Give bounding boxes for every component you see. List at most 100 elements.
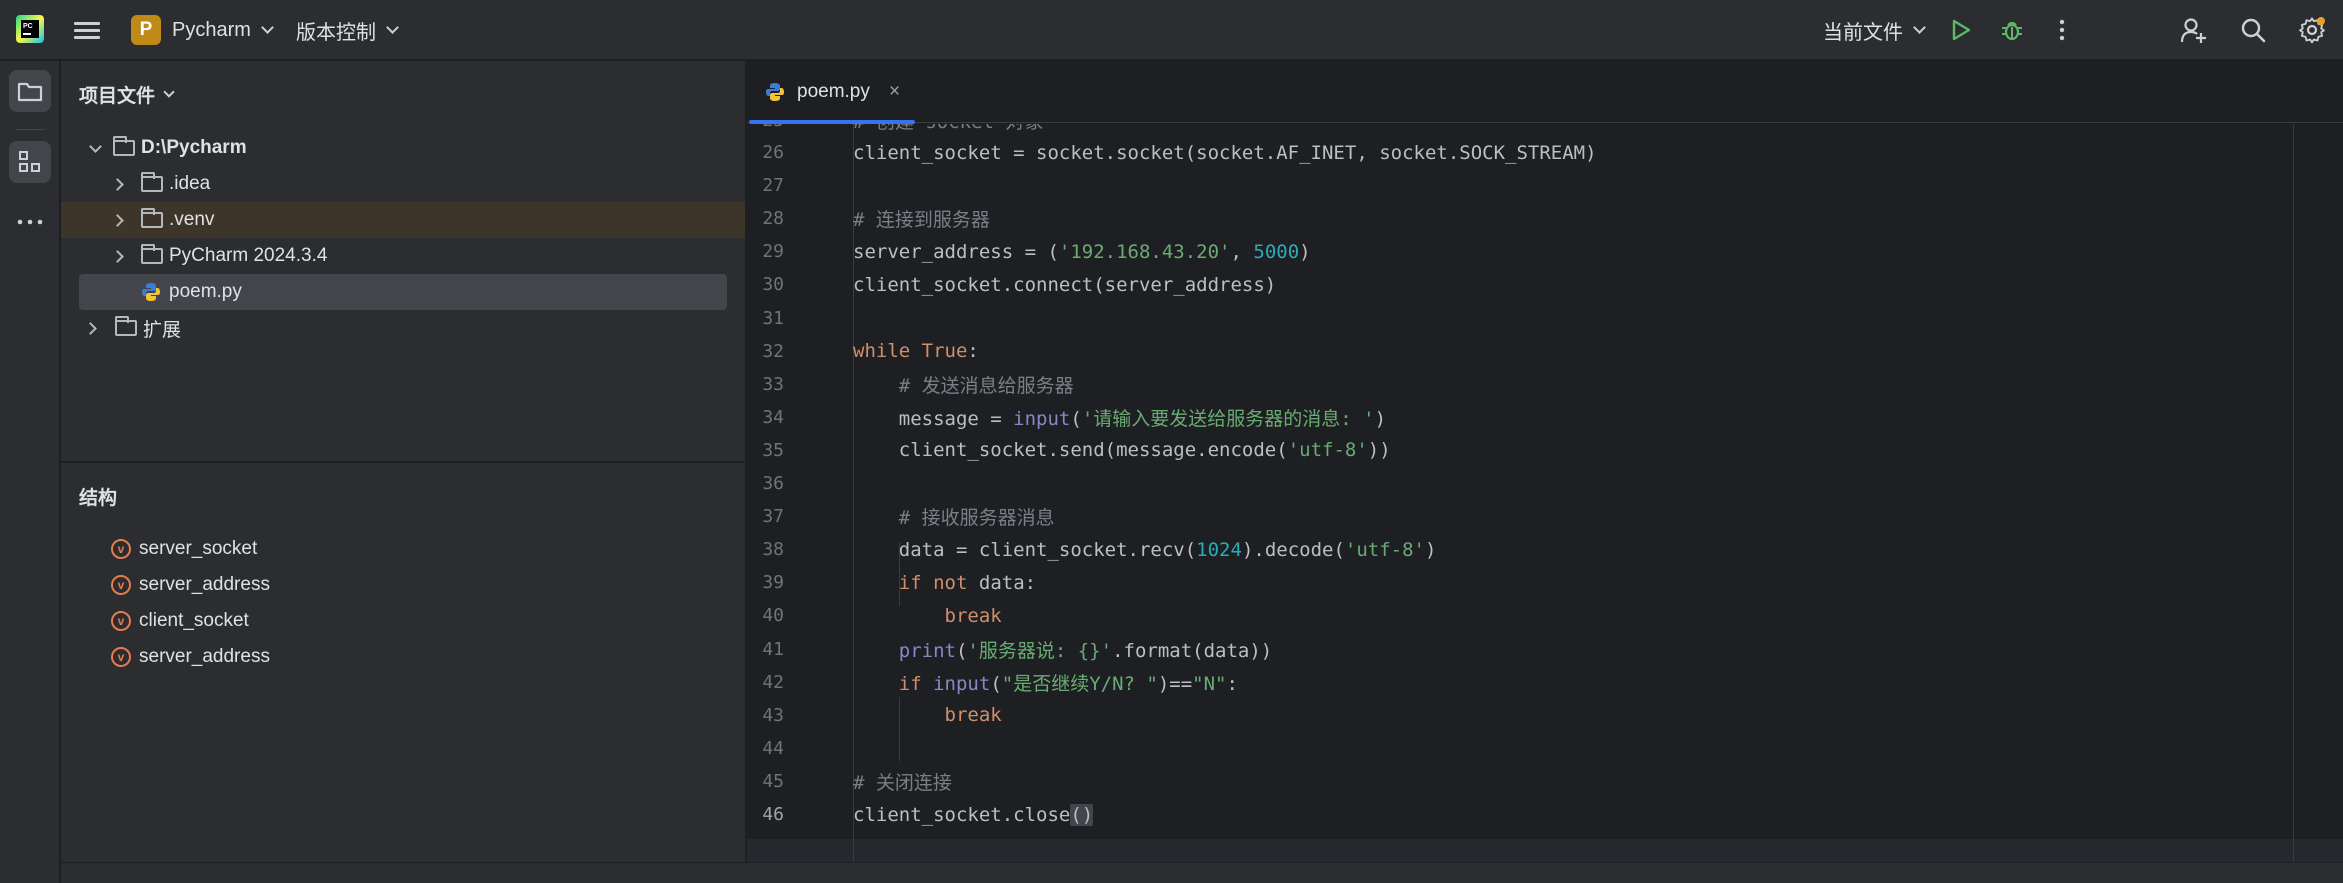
- variable-icon: v: [111, 539, 131, 559]
- folder-icon: [141, 244, 163, 264]
- line-number: 29: [762, 241, 784, 263]
- structure-item[interactable]: v server_socket: [111, 531, 257, 567]
- structure-item[interactable]: v server_address: [111, 639, 270, 675]
- pycharm-logo-icon[interactable]: PC: [16, 15, 44, 43]
- tab-label: poem.py: [797, 81, 870, 102]
- code-text: print('服务器说: {}'.format(data)): [898, 639, 1273, 662]
- code-line: 37 # 接收服务器消息: [747, 500, 2343, 533]
- code-text: client_socket.send(message.encode('utf-8…: [853, 439, 1391, 462]
- line-number: 42: [762, 671, 784, 693]
- structure-item-label: client_socket: [139, 610, 249, 631]
- project-name: Pycharm: [172, 18, 251, 41]
- line-number: 38: [762, 539, 784, 561]
- chevron-right-icon: [111, 249, 124, 263]
- run-config-selector[interactable]: 当前文件: [1823, 0, 1926, 60]
- code-text: # 连接到服务器: [853, 209, 990, 232]
- main-menu-button[interactable]: [74, 0, 104, 60]
- debug-icon: [2002, 21, 2022, 41]
- gear-icon: [2299, 17, 2325, 44]
- code-area[interactable]: 25 # 创建 socket 对象 26 client_socket = sock…: [747, 124, 2343, 862]
- code-line: 26 client_socket = socket.socket(socket.A…: [747, 136, 2343, 169]
- structure-panel-title: 结构: [79, 488, 118, 509]
- tab-poem-py[interactable]: poem.py ×: [747, 61, 917, 124]
- code-line: 32 while True:: [747, 335, 2343, 368]
- code-line: 43 break: [747, 699, 2343, 732]
- structure-item-label: server_address: [139, 574, 270, 595]
- folder-icon: [115, 316, 137, 336]
- code-line: 44: [747, 732, 2343, 765]
- structure-icon: [19, 151, 40, 172]
- code-text: if not data:: [898, 571, 1037, 594]
- line-number: 44: [762, 737, 784, 759]
- code-text: data = client_socket.recv(1024).decode('…: [853, 538, 1437, 561]
- code-text: server_address = ('192.168.43.20', 5000): [853, 240, 1311, 263]
- tree-item-idea[interactable]: .idea: [61, 166, 745, 202]
- code-line: 28 # 连接到服务器: [747, 202, 2343, 235]
- code-text: message = input('请输入要发送给服务器的消息: '): [853, 407, 1387, 430]
- line-number: 32: [762, 340, 784, 362]
- run-button[interactable]: [1945, 14, 1977, 46]
- structure-item[interactable]: v server_address: [111, 567, 270, 603]
- project-tool-button[interactable]: [9, 70, 51, 112]
- svg-text:PC: PC: [23, 23, 33, 30]
- folder-icon: [17, 82, 43, 102]
- line-number: 25: [747, 124, 784, 131]
- code-line: 27: [747, 169, 2343, 202]
- vcs-menu[interactable]: 版本控制: [296, 0, 399, 60]
- variable-icon: v: [111, 647, 131, 667]
- structure-tool-button[interactable]: [9, 141, 51, 183]
- chevron-right-icon: [84, 321, 97, 335]
- structure-item-label: server_address: [139, 646, 270, 667]
- python-file-icon: [766, 83, 784, 101]
- code-line: 46 client_socket.close(): [747, 798, 2343, 831]
- chevron-down-icon: [163, 86, 175, 98]
- more-horizontal-icon: [17, 219, 43, 225]
- line-number: 43: [762, 704, 784, 726]
- add-user-button[interactable]: [2178, 14, 2210, 46]
- line-number: 27: [762, 175, 784, 197]
- code-line: 45 # 关闭连接: [747, 765, 2343, 798]
- search-icon: [2241, 18, 2266, 43]
- line-number: 26: [762, 142, 784, 163]
- project-panel: 项目文件 D:\Pycharm .idea .venv PyCharm 2024…: [61, 61, 745, 461]
- settings-button[interactable]: [2296, 14, 2328, 46]
- chevron-down-icon: [89, 139, 102, 153]
- line-number: 34: [762, 406, 784, 428]
- project-badge[interactable]: P: [131, 15, 161, 45]
- project-switcher[interactable]: Pycharm: [172, 0, 274, 60]
- code-text: # 接收服务器消息: [898, 507, 1055, 530]
- chevron-right-icon: [111, 177, 124, 191]
- hamburger-menu-icon: [74, 18, 100, 43]
- chevron-down-icon: [1913, 20, 1926, 34]
- tree-item-label: .venv: [169, 209, 215, 230]
- line-number: 35: [762, 439, 784, 461]
- tree-item-extensions[interactable]: 扩展: [61, 310, 745, 346]
- close-icon[interactable]: ×: [889, 81, 900, 103]
- code-line: 30 client_socket.connect(server_address): [747, 268, 2343, 301]
- line-number: 37: [762, 506, 784, 528]
- code-line: 35 client_socket.send(message.encode('ut…: [747, 434, 2343, 467]
- project-panel-header[interactable]: 项目文件: [79, 81, 175, 108]
- debug-button[interactable]: [1996, 14, 2028, 46]
- chevron-down-icon: [386, 20, 399, 34]
- tree-item-label: D:\Pycharm: [141, 137, 247, 158]
- vcs-label: 版本控制: [296, 21, 376, 44]
- tree-item-venv[interactable]: .venv: [61, 202, 745, 238]
- code-line: 33 # 发送消息给服务器: [747, 368, 2343, 401]
- code-text: client_socket.connect(server_address): [853, 273, 1277, 296]
- code-text: # 关闭连接: [853, 771, 952, 794]
- tree-item-root[interactable]: D:\Pycharm: [61, 130, 745, 166]
- code-text: client_socket.close(): [853, 803, 1094, 826]
- more-actions-button[interactable]: [2046, 14, 2078, 46]
- code-text: client_socket = socket.socket(socket.AF_…: [853, 141, 1597, 164]
- tree-item-pycharm-folder[interactable]: PyCharm 2024.3.4: [61, 238, 745, 274]
- search-button[interactable]: [2237, 14, 2269, 46]
- more-tools-button[interactable]: [9, 201, 51, 243]
- code-text: # 创建 socket 对象: [853, 124, 1043, 134]
- structure-item[interactable]: v client_socket: [111, 603, 249, 639]
- tree-item-poem-py[interactable]: poem.py: [79, 274, 727, 310]
- code-line: 38 data = client_socket.recv(1024).decod…: [747, 533, 2343, 566]
- line-number: 39: [762, 572, 784, 594]
- code-line: 41 print('服务器说: {}'.format(data)): [747, 633, 2343, 666]
- folder-icon: [113, 136, 135, 156]
